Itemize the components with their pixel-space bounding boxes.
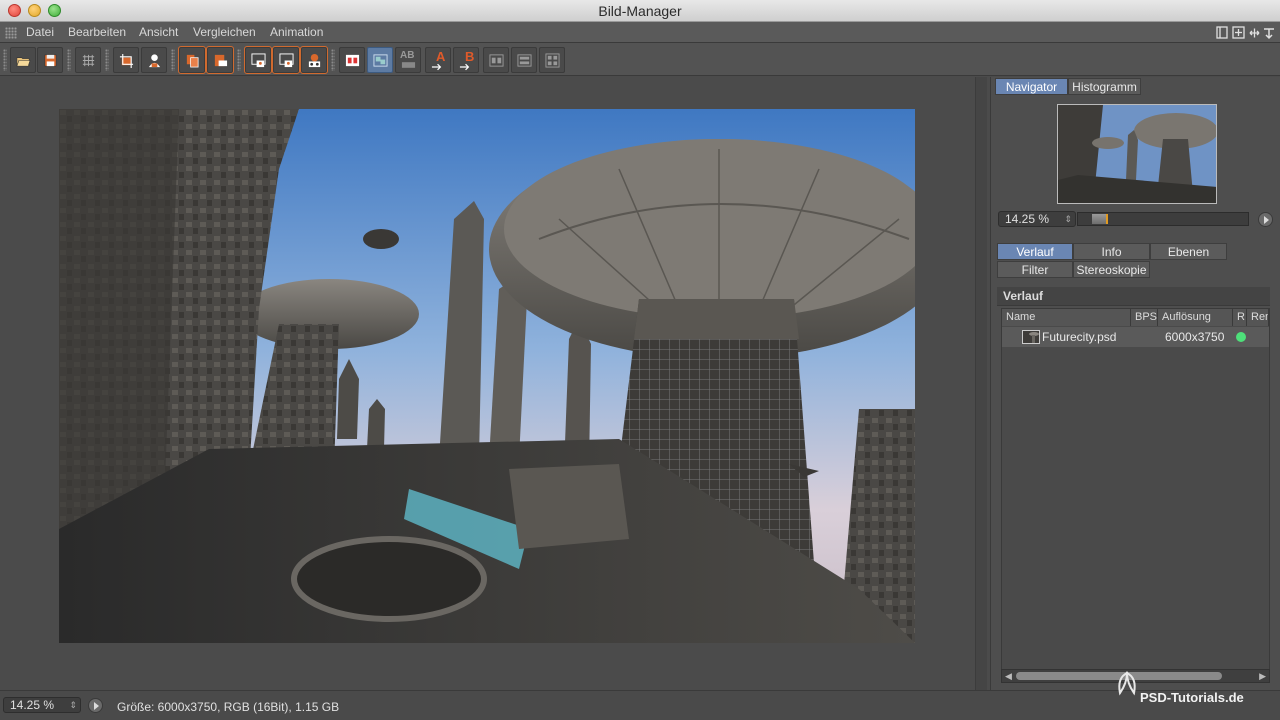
status-bar: 14.25 % ⇕ Größe: 6000x3750, RGB (16Bit),… xyxy=(0,690,1280,720)
view-a-icon xyxy=(251,53,266,68)
col-aufloesung[interactable]: Auflösung xyxy=(1158,309,1233,326)
tab-verlauf[interactable]: Verlauf xyxy=(997,243,1073,260)
window-title: Bild-Manager xyxy=(598,3,682,19)
navigator-zoom-slider[interactable] xyxy=(1077,212,1249,226)
tab-filter[interactable]: Filter xyxy=(997,261,1073,278)
ab-text-label: AB xyxy=(400,50,415,61)
paste-icon xyxy=(214,54,228,67)
toolbar-grip[interactable] xyxy=(3,49,7,71)
viewer-vertical-scrollbar[interactable] xyxy=(975,77,987,690)
ab-compare-icon xyxy=(373,54,388,67)
history-table: Name BPS Auflösung R Ren Futurecity.psd … xyxy=(1001,308,1270,674)
save-icon xyxy=(44,54,57,67)
crop-icon xyxy=(119,53,134,68)
file-name: Futurecity.psd xyxy=(1042,330,1117,344)
layer-1-button[interactable] xyxy=(483,47,509,73)
title-bar: Bild-Manager xyxy=(0,0,1280,22)
futurecity-render-image xyxy=(59,109,915,643)
layout-toggle-icons[interactable] xyxy=(1216,26,1276,40)
stepper-icon: ⇕ xyxy=(69,700,77,710)
toolbar-separator xyxy=(171,49,175,71)
status-zoom-value: 14.25 % xyxy=(10,698,55,712)
scroll-left-icon[interactable]: ◀ xyxy=(1005,671,1012,682)
rendered-image[interactable] xyxy=(59,109,915,643)
file-resolution: 6000x3750 xyxy=(1165,330,1225,344)
paste-button[interactable] xyxy=(206,46,234,74)
menu-bar: Datei Bearbeiten Ansicht Vergleichen Ani… xyxy=(0,22,1280,43)
ab-split-icon xyxy=(345,54,360,67)
layer-2-button[interactable] xyxy=(511,47,537,73)
zoom-slider-thumb[interactable] xyxy=(1092,214,1108,224)
tab-navigator[interactable]: Navigator xyxy=(995,78,1068,95)
image-info-text: Größe: 6000x3750, RGB (16Bit), 1.15 GB xyxy=(117,700,340,714)
navigator-thumbnail[interactable] xyxy=(1057,104,1217,204)
tab-stereoskopie[interactable]: Stereoskopie xyxy=(1073,261,1150,278)
navigator-play-button[interactable] xyxy=(1258,212,1273,227)
layer-1-icon xyxy=(489,54,504,67)
col-name[interactable]: Name xyxy=(1002,309,1131,326)
tab-ebenen[interactable]: Ebenen xyxy=(1150,243,1227,260)
open-icon xyxy=(16,57,31,67)
open-button[interactable] xyxy=(10,47,36,73)
user-icon xyxy=(148,54,161,68)
toolbar-separator xyxy=(237,49,241,71)
user-button[interactable] xyxy=(141,47,167,73)
view-stereo-icon xyxy=(308,53,321,68)
toolbar-separator xyxy=(331,49,335,71)
ab-split-button[interactable] xyxy=(339,47,365,73)
toolbar-separator xyxy=(105,49,109,71)
menu-animation[interactable]: Animation xyxy=(270,25,323,39)
scroll-right-icon[interactable]: ▶ xyxy=(1259,671,1266,682)
menu-vergleichen[interactable]: Vergleichen xyxy=(193,25,256,39)
watermark-logo-icon xyxy=(1118,671,1136,696)
stepper-icon: ⇕ xyxy=(1064,214,1072,224)
copy-icon xyxy=(186,54,199,68)
set-b-button[interactable]: B xyxy=(453,47,479,73)
view-b-button[interactable] xyxy=(272,46,300,74)
toolbar-separator xyxy=(67,49,71,71)
ab-text-button[interactable]: AB xyxy=(395,47,421,73)
image-viewer[interactable] xyxy=(0,77,975,690)
menu-grip-icon[interactable] xyxy=(5,27,17,39)
crop-button[interactable] xyxy=(113,47,139,73)
ab-compare-button[interactable] xyxy=(367,47,393,73)
col-r[interactable]: R xyxy=(1233,309,1247,326)
navigator-preview-image xyxy=(1058,105,1216,203)
view-b-icon xyxy=(279,53,294,68)
menu-datei[interactable]: Datei xyxy=(26,25,54,39)
view-a-button[interactable] xyxy=(244,46,272,74)
set-a-label: A xyxy=(436,49,446,64)
copy-button[interactable] xyxy=(178,46,206,74)
col-ren[interactable]: Ren xyxy=(1247,309,1269,326)
set-b-icon xyxy=(459,63,470,71)
table-row[interactable]: Futurecity.psd 6000x3750 xyxy=(1002,327,1269,347)
navigator-zoom-value: 14.25 % xyxy=(1005,212,1050,226)
status-play-button[interactable] xyxy=(88,698,103,713)
menu-ansicht[interactable]: Ansicht xyxy=(139,25,178,39)
navigator-zoom-field[interactable]: 14.25 % ⇕ xyxy=(998,211,1076,227)
grid-button[interactable] xyxy=(75,47,101,73)
ab-text-icon xyxy=(401,62,416,68)
watermark-text: PSD-Tutorials.de xyxy=(1140,690,1244,705)
layer-2-icon xyxy=(517,54,532,67)
render-status-dot xyxy=(1236,332,1246,342)
col-bps[interactable]: BPS xyxy=(1131,309,1158,326)
view-stereo-button[interactable] xyxy=(300,46,328,74)
tab-info[interactable]: Info xyxy=(1073,243,1150,260)
menu-bearbeiten[interactable]: Bearbeiten xyxy=(68,25,126,39)
save-button[interactable] xyxy=(37,47,63,73)
verlauf-section-title: Verlauf xyxy=(997,287,1270,306)
status-zoom-field[interactable]: 14.25 % ⇕ xyxy=(3,697,81,713)
file-thumbnail-icon xyxy=(1022,330,1040,344)
set-a-button[interactable]: A xyxy=(425,47,451,73)
grid-icon xyxy=(82,54,95,67)
layer-3-icon xyxy=(545,53,560,68)
app-window: Bild-Manager Datei Bearbeiten Ansicht Ve… xyxy=(0,0,1280,720)
set-b-label: B xyxy=(465,49,475,64)
layer-3-button[interactable] xyxy=(539,47,565,73)
set-a-icon xyxy=(431,63,442,71)
toolbar: AB A B xyxy=(0,43,1280,76)
tab-histogramm[interactable]: Histogramm xyxy=(1068,78,1141,95)
